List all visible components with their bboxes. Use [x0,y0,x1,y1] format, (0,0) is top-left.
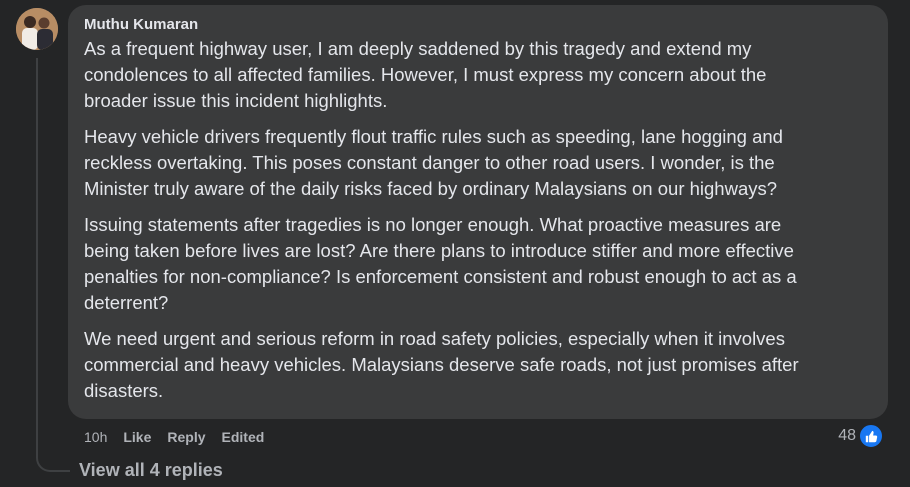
reaction-count: 48 [838,427,856,444]
thread-connector-line [36,58,38,456]
like-button[interactable]: Like [123,429,151,445]
comment-paragraph-1: As a frequent highway user, I am deeply … [84,38,767,111]
avatar[interactable] [16,8,58,50]
comment-paragraph-4: We need urgent and serious reform in roa… [84,328,799,401]
comment-actions: 10h Like Reply Edited [84,427,280,447]
comment-bubble: Muthu Kumaran As a frequent highway user… [68,5,888,419]
comment-paragraph-3: Issuing statements after tragedies is no… [84,214,797,313]
comment-author[interactable]: Muthu Kumaran [84,16,872,34]
comment-timestamp[interactable]: 10h [84,429,107,445]
edited-label[interactable]: Edited [222,429,265,445]
reaction-summary[interactable]: 48 [838,423,884,449]
comment-paragraph-2: Heavy vehicle drivers frequently flout t… [84,126,783,199]
reply-button[interactable]: Reply [167,429,205,445]
view-replies-link[interactable]: View all 4 replies [79,460,223,481]
thumbs-up-icon [858,423,884,449]
thread-connector-curve [36,440,70,472]
